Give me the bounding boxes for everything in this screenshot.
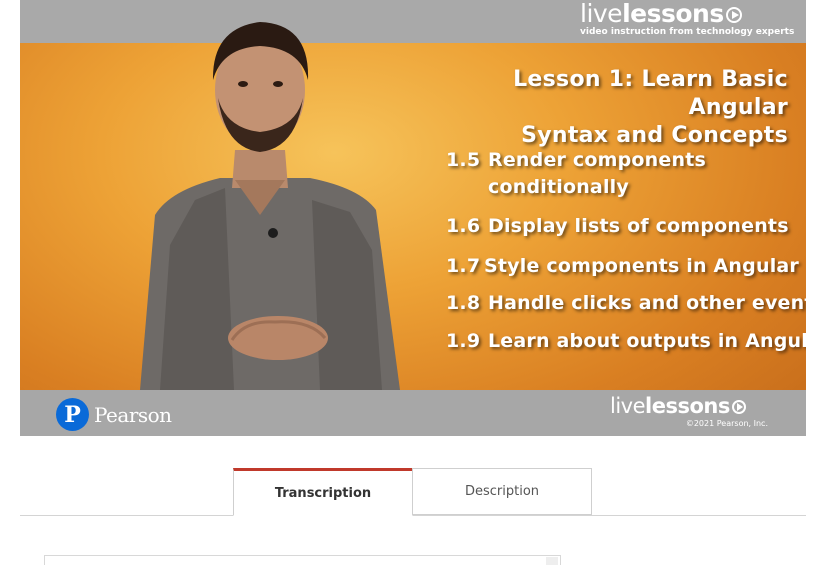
brand-lessons: lessons: [645, 394, 730, 418]
brand-live: live: [610, 394, 646, 418]
transcript-panel[interactable]: [44, 555, 561, 565]
topic-number: 1.8: [446, 292, 481, 314]
topic-item: 1.7 Style components in Angular: [446, 252, 799, 280]
brand-live: live: [580, 0, 623, 28]
tab-description[interactable]: Description: [412, 468, 592, 515]
lesson-title: Lesson 1: Learn Basic Angular Syntax and…: [408, 66, 788, 150]
topic-item-continuation: conditionally: [488, 173, 629, 201]
topic-item: 1.5 Render components: [446, 146, 706, 174]
livelessons-logo-bottom: livelessons ©2021 Pearson, Inc.: [610, 394, 770, 428]
topic-text: Render components: [488, 149, 707, 171]
topic-item: 1.8 Handle clicks and other events: [446, 289, 806, 317]
topic-item: 1.6 Display lists of components: [446, 212, 789, 240]
topic-number: 1.5: [446, 149, 481, 171]
tabs-divider: [20, 515, 806, 516]
lesson-title-line1: Lesson 1: Learn Basic Angular: [513, 67, 788, 120]
brand-lessons: lessons: [622, 0, 724, 28]
play-icon: [725, 7, 742, 23]
topic-number: 1.9: [446, 330, 481, 352]
presenter-image: [140, 22, 400, 390]
topic-text: Display lists of components: [488, 215, 789, 237]
topic-text: Style components in Angular: [484, 255, 799, 277]
topic-text: conditionally: [488, 176, 629, 198]
livelessons-logo-top: livelessons video instruction from techn…: [580, 0, 795, 37]
tab-transcription[interactable]: Transcription: [233, 468, 413, 516]
video-player[interactable]: livelessons video instruction from techn…: [20, 0, 806, 436]
topic-text: Handle clicks and other events: [488, 292, 806, 314]
topic-text: Learn about outputs in Angular: [488, 330, 806, 352]
copyright-text: ©2021 Pearson, Inc.: [685, 419, 768, 428]
brand-tagline: video instruction from technology expert…: [580, 27, 795, 37]
topic-number: 1.6: [446, 215, 481, 237]
pearson-logo: P Pearson: [56, 398, 172, 431]
topic-number: 1.7: [446, 255, 481, 277]
topic-item: 1.9 Learn about outputs in Angular: [446, 327, 806, 355]
play-icon: [731, 400, 746, 414]
pearson-label: Pearson: [94, 402, 172, 427]
pearson-logo-icon: P: [56, 398, 89, 431]
